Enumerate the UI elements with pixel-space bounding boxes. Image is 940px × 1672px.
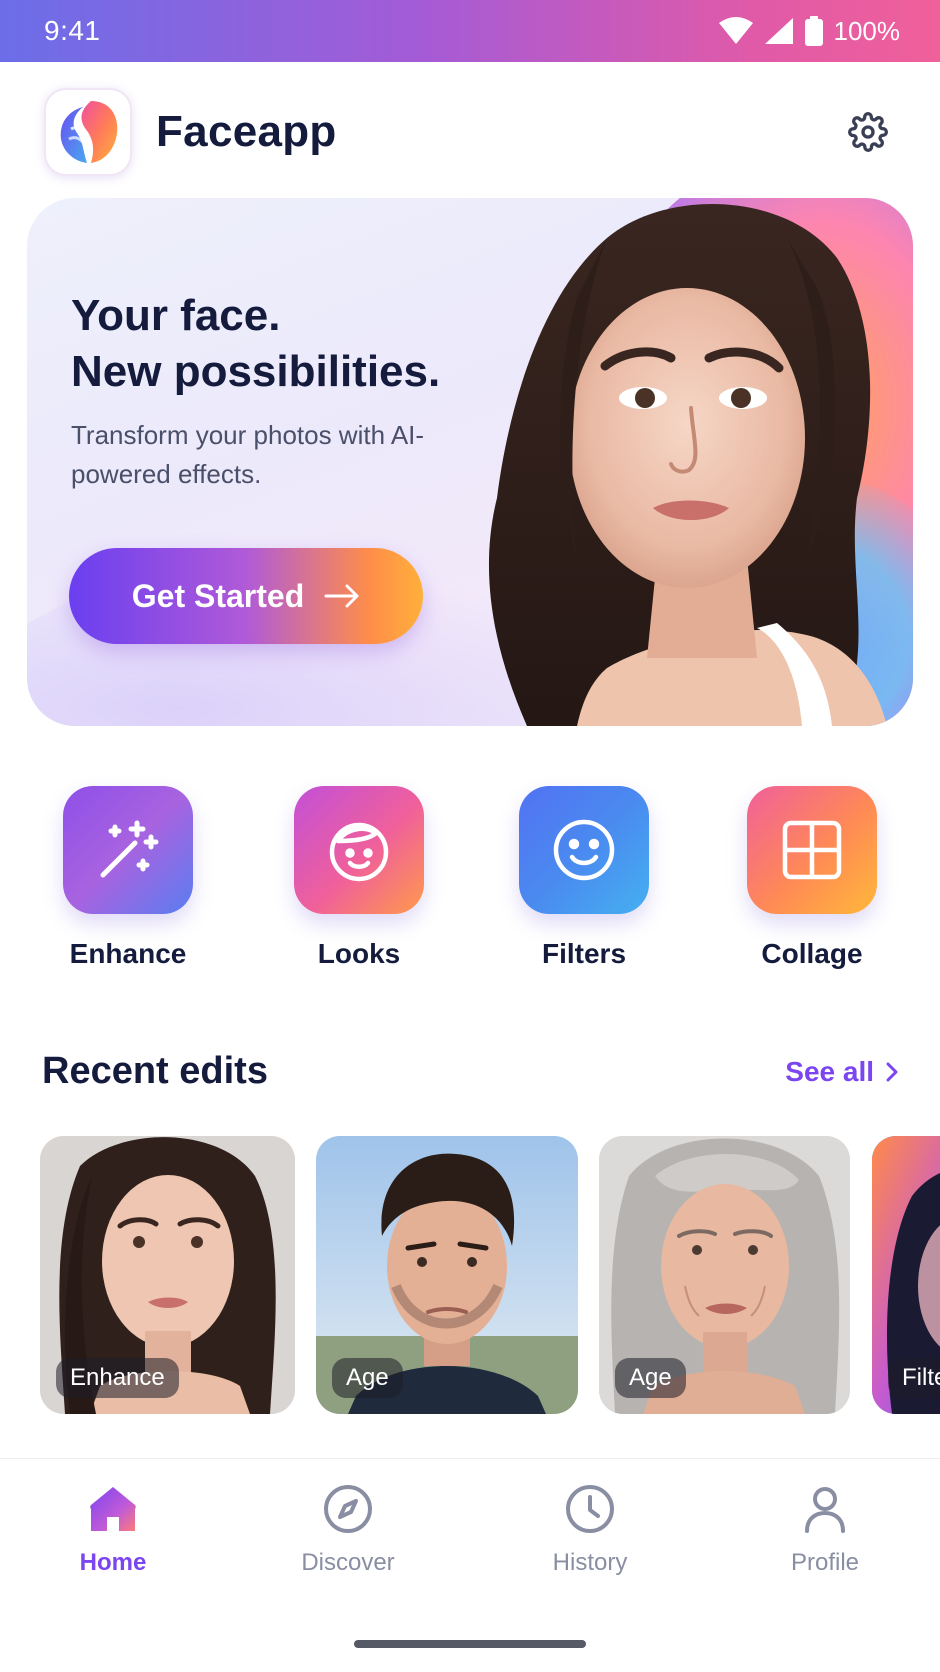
hero-subtitle: Transform your photos with AI-powered ef…	[71, 420, 425, 489]
compass-icon	[324, 1485, 372, 1533]
app-header: Faceapp	[0, 62, 940, 202]
tools-row: Enhance Looks Filters Collage	[0, 786, 940, 976]
battery-percent: 100%	[833, 15, 901, 46]
recent-edit-badge: Age	[615, 1358, 686, 1398]
hero-title-line1: Your face.	[71, 291, 281, 340]
recent-edit-badge: Filte	[888, 1358, 940, 1398]
face-icon	[294, 786, 424, 914]
battery-icon	[804, 16, 823, 46]
recent-edit-badge: Enhance	[56, 1358, 179, 1398]
hero-banner: Your face. New possibilities. Transform …	[27, 198, 913, 726]
gear-icon	[848, 112, 888, 152]
tool-collage[interactable]: Collage	[722, 786, 902, 970]
app-title: Faceapp	[156, 107, 337, 156]
nav-label: Profile	[790, 1549, 860, 1576]
chevron-right-icon	[886, 1062, 898, 1081]
recent-edit-badge: Age	[332, 1358, 403, 1398]
hero-title-line2: New possibilities.	[71, 347, 441, 396]
tool-label: Looks	[317, 938, 401, 969]
recent-edits-title: Recent edits	[42, 1050, 268, 1092]
recent-edit-card[interactable]: Age	[316, 1136, 578, 1414]
person-icon	[805, 1487, 845, 1533]
status-bar: 9:41 100%	[0, 0, 940, 62]
nav-history[interactable]: History	[500, 1483, 680, 1577]
nav-profile[interactable]: Profile	[735, 1483, 915, 1577]
get-started-button[interactable]: Get Started	[69, 548, 423, 644]
hero-title: Your face. New possibilities.	[71, 288, 531, 400]
tool-label: Filters	[541, 938, 627, 969]
arrow-right-icon	[324, 584, 359, 608]
nav-label: Discover	[301, 1549, 395, 1576]
settings-button[interactable]	[840, 104, 896, 160]
clock-icon	[566, 1485, 614, 1533]
wifi-icon	[718, 17, 753, 44]
smiley-icon	[519, 786, 649, 914]
see-all-link[interactable]: See all	[785, 1056, 900, 1088]
nav-discover[interactable]: Discover	[258, 1483, 438, 1577]
recent-edits-list: Enhance Age Age Filt	[0, 1136, 940, 1414]
get-started-label: Get Started	[131, 577, 305, 614]
see-all-label: See all	[785, 1055, 874, 1087]
grid-icon	[747, 786, 877, 914]
recent-edit-card[interactable]: Age	[599, 1136, 850, 1414]
hero-portrait-image	[488, 204, 887, 726]
faceapp-logo-icon	[44, 88, 132, 176]
recent-edits-header: Recent edits See all	[42, 1050, 900, 1093]
tool-label: Collage	[761, 938, 863, 969]
recent-edit-card[interactable]: Filte	[872, 1136, 940, 1414]
home-icon	[90, 1487, 136, 1531]
signal-icon	[764, 18, 793, 44]
nav-label: History	[552, 1549, 628, 1576]
nav-home[interactable]: Home	[23, 1483, 203, 1577]
status-time: 9:41	[44, 15, 101, 46]
home-indicator[interactable]	[354, 1640, 586, 1648]
tool-enhance[interactable]: Enhance	[38, 786, 218, 970]
tool-looks[interactable]: Looks	[269, 786, 449, 970]
magic-wand-icon	[63, 786, 193, 914]
recent-edit-card[interactable]: Enhance	[40, 1136, 295, 1414]
tool-label: Enhance	[69, 938, 187, 969]
status-icons: 100%	[718, 15, 901, 47]
nav-label: Home	[79, 1549, 147, 1576]
tool-filters[interactable]: Filters	[494, 786, 674, 970]
